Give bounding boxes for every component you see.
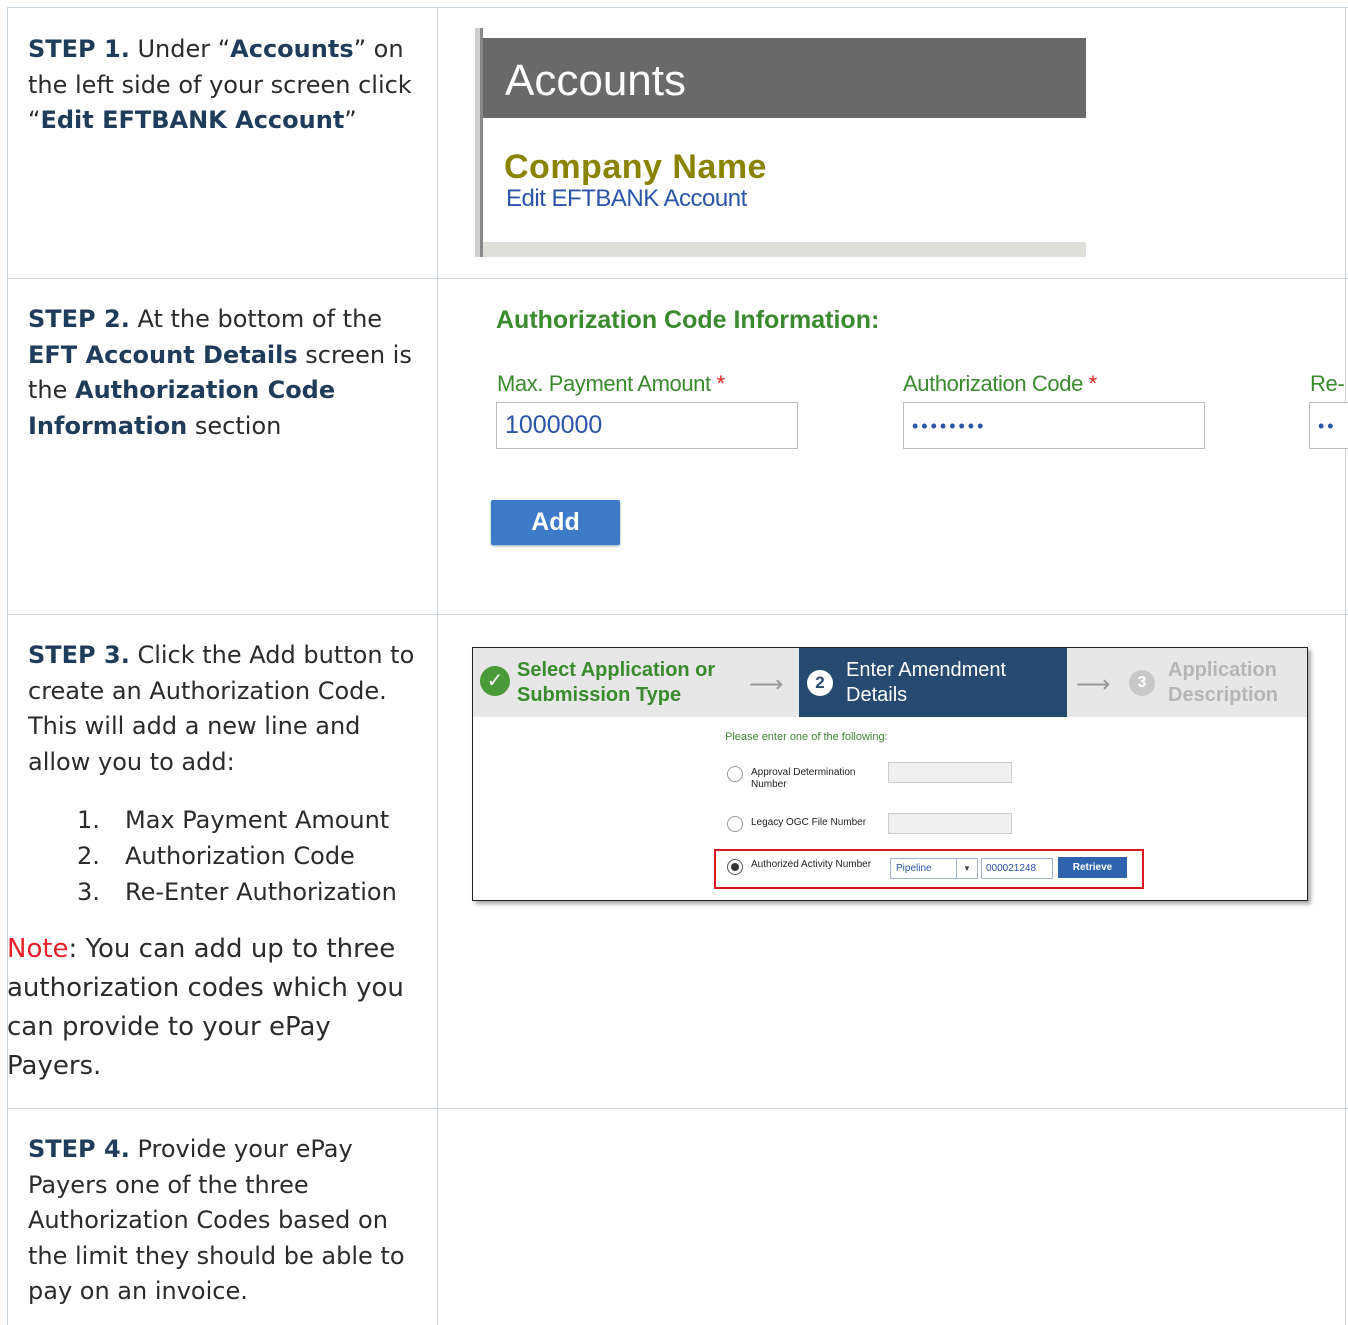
wizard-step-2: Enter Amendment Details bbox=[846, 659, 1007, 706]
list-text: Authorization Code bbox=[125, 842, 355, 870]
wizard-steps-bar: ✓ Select Application or Submission Type … bbox=[473, 648, 1307, 717]
step2-eft-details: EFT Account Details bbox=[28, 340, 298, 369]
legacy-ogc-label: Legacy OGC File Number bbox=[751, 817, 867, 828]
list-number: 3. bbox=[77, 878, 100, 906]
step4-label: STEP 4. bbox=[28, 1135, 130, 1163]
chevron-down-icon: ▼ bbox=[956, 859, 977, 878]
step2-text-part: At the bottom of the bbox=[129, 305, 383, 333]
activity-type-value: Pipeline bbox=[896, 863, 932, 874]
required-asterisk: * bbox=[716, 371, 725, 396]
step1-label: STEP 1. bbox=[28, 35, 130, 63]
reenter-value: •• bbox=[1318, 416, 1337, 436]
auth-code-label: Authorization Code * bbox=[903, 371, 1097, 397]
table-border-right bbox=[1345, 7, 1346, 1325]
authorized-activity-label: Authorized Activity Number bbox=[751, 859, 872, 870]
step4-text: STEP 4. Provide your ePay Payers one of … bbox=[28, 1132, 418, 1310]
arrow-right-icon: ⟶ bbox=[1076, 671, 1111, 698]
step1-text-part: ” bbox=[344, 106, 357, 134]
list-item: 2. Authorization Code bbox=[77, 838, 397, 874]
amendment-wizard-screenshot: ✓ Select Application or Submission Type … bbox=[472, 647, 1308, 901]
list-item: 1. Max Payment Amount bbox=[77, 802, 397, 838]
note-text: Note: You can add up to three authorizat… bbox=[7, 930, 417, 1086]
wizard-step-2-active[interactable]: 2 Enter Amendment Details bbox=[799, 648, 1067, 717]
activity-number-value: 000021248 bbox=[986, 863, 1037, 874]
add-button[interactable]: Add bbox=[491, 500, 620, 545]
approval-determination-input[interactable] bbox=[888, 762, 1012, 783]
auth-code-section-title: Authorization Code Information: bbox=[496, 306, 880, 334]
step-number-2: 2 bbox=[807, 670, 833, 696]
row-border-top bbox=[7, 7, 1348, 8]
step2-text-part: section bbox=[187, 411, 282, 440]
step1-text-part: Under “ bbox=[129, 35, 231, 63]
row-border-3 bbox=[7, 1108, 1348, 1109]
wizard-step-1[interactable]: Select Application or Submission Type bbox=[517, 658, 757, 708]
edit-eftbank-account-link[interactable]: Edit EFTBANK Account bbox=[506, 185, 747, 213]
list-item: 3. Re-Enter Authorization bbox=[77, 874, 397, 910]
max-payment-input[interactable]: 1000000 bbox=[496, 402, 798, 449]
step2-text: STEP 2. At the bottom of the EFT Account… bbox=[28, 302, 418, 444]
wizard-step-3[interactable]: Application Description bbox=[1168, 658, 1298, 708]
legacy-ogc-input[interactable] bbox=[888, 813, 1012, 834]
row-border-2 bbox=[7, 614, 1348, 615]
list-text: Re-Enter Authorization bbox=[125, 878, 397, 906]
step1-accounts: Accounts bbox=[230, 35, 354, 63]
step2-label: STEP 2. bbox=[28, 305, 130, 333]
approval-determination-label: Approval Determination Number bbox=[751, 767, 856, 790]
check-icon: ✓ bbox=[480, 666, 510, 696]
note-label: Note bbox=[7, 934, 69, 964]
auth-code-value: •••••••• bbox=[912, 416, 987, 436]
activity-number-input[interactable]: 000021248 bbox=[981, 858, 1053, 879]
accounts-header: Accounts bbox=[483, 38, 1086, 118]
radio-authorized-activity[interactable] bbox=[727, 859, 743, 875]
list-number: 2. bbox=[77, 842, 100, 870]
list-text: Max Payment Amount bbox=[125, 806, 390, 834]
step-number-3: 3 bbox=[1129, 670, 1155, 696]
step2-auth-section: Authorization Code Information bbox=[28, 376, 336, 440]
panel-footer bbox=[483, 242, 1086, 257]
prompt-text: Please enter one of the following: bbox=[725, 731, 888, 743]
radio-approval-determination[interactable] bbox=[727, 766, 743, 782]
company-name: Company Name bbox=[504, 148, 767, 186]
step3-list: 1. Max Payment Amount 2. Authorization Cod… bbox=[77, 802, 397, 910]
list-number: 1. bbox=[77, 806, 100, 834]
activity-type-select[interactable]: Pipeline ▼ bbox=[890, 858, 978, 879]
step3-label: STEP 3. bbox=[28, 641, 130, 669]
auth-code-label-text: Authorization Code bbox=[903, 371, 1083, 396]
row-border-1 bbox=[7, 278, 1348, 279]
retrieve-button[interactable]: Retrieve bbox=[1058, 857, 1127, 878]
auth-code-input[interactable]: •••••••• bbox=[903, 402, 1205, 449]
reenter-label: Re- bbox=[1310, 371, 1345, 396]
max-payment-label-text: Max. Payment Amount bbox=[497, 371, 711, 396]
reenter-input[interactable]: •• bbox=[1309, 402, 1348, 449]
step1-text: STEP 1. Under “Accounts” on the left sid… bbox=[28, 32, 418, 139]
max-payment-label: Max. Payment Amount * bbox=[497, 371, 725, 397]
accounts-header-title: Accounts bbox=[505, 56, 686, 105]
step1-edit-account: Edit EFTBANK Account bbox=[40, 106, 345, 134]
required-asterisk: * bbox=[1088, 371, 1098, 396]
table-border-left bbox=[7, 7, 8, 1325]
radio-legacy-ogc[interactable] bbox=[727, 816, 743, 832]
accounts-panel-screenshot: Accounts Company Name Edit EFTBANK Accou… bbox=[475, 28, 1086, 257]
step3-text: STEP 3. Click the Add button to create a… bbox=[28, 638, 418, 780]
column-divider bbox=[437, 7, 438, 1325]
max-payment-value: 1000000 bbox=[505, 411, 603, 439]
arrow-right-icon: ⟶ bbox=[749, 671, 784, 698]
